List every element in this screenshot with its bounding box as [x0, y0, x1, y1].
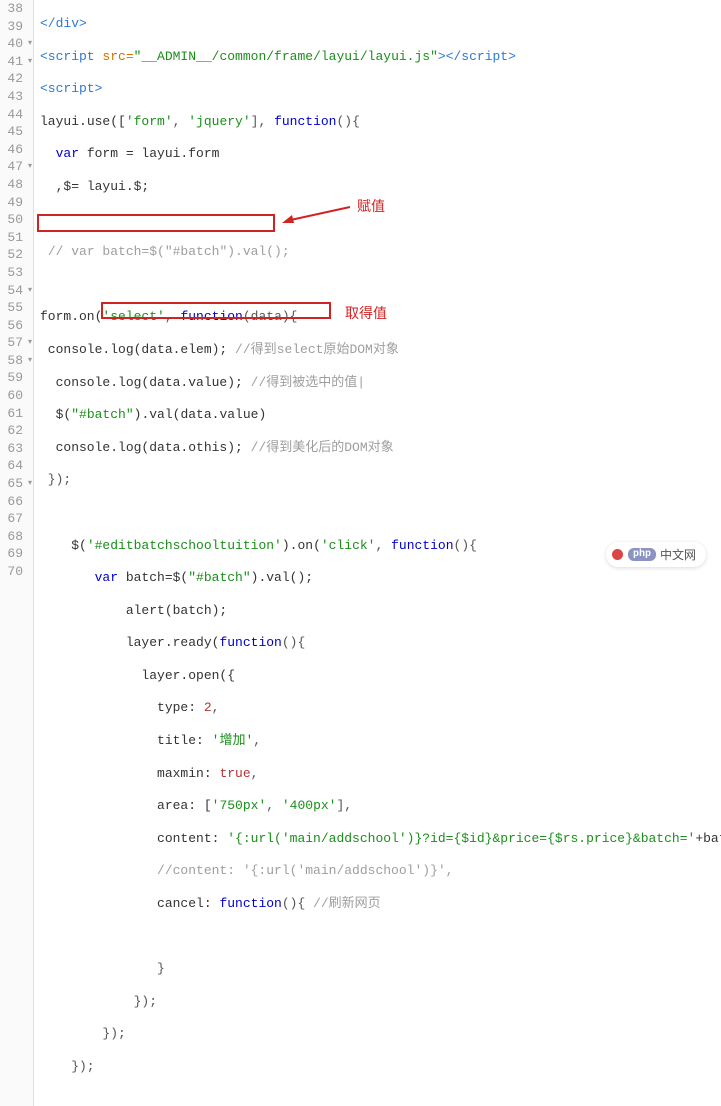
- watermark-brand: php 中文网: [606, 542, 706, 567]
- line-number: 68: [0, 528, 23, 546]
- code-line[interactable]: layui.use(['form', 'jquery'], function()…: [40, 113, 721, 131]
- code-line[interactable]: var form = layui.form: [40, 145, 721, 163]
- brand-dot-icon: [612, 549, 623, 560]
- code-line[interactable]: cancel: function(){ //刷新网页: [40, 895, 721, 913]
- line-number: 42: [0, 70, 23, 88]
- line-number: 62: [0, 422, 23, 440]
- line-number: 40: [0, 35, 23, 53]
- code-line[interactable]: <script src="__ADMIN__/common/frame/layu…: [40, 48, 721, 66]
- code-line[interactable]: });: [40, 1058, 721, 1076]
- code-line[interactable]: content: '{:url('main/addschool')}?id={$…: [40, 830, 721, 848]
- code-line[interactable]: area: ['750px', '400px'],: [40, 797, 721, 815]
- code-line[interactable]: $("#batch").val(data.value): [40, 406, 721, 424]
- code-line[interactable]: layer.ready(function(){: [40, 634, 721, 652]
- code-line[interactable]: [40, 211, 721, 229]
- line-number: 58: [0, 352, 23, 370]
- line-number: 38: [0, 0, 23, 18]
- code-line[interactable]: type: 2,: [40, 699, 721, 717]
- code-line[interactable]: form.on('select', function(data){: [40, 308, 721, 326]
- code-line[interactable]: //content: '{:url('main/addschool')}',: [40, 862, 721, 880]
- line-number: 64: [0, 457, 23, 475]
- gutter: 38 39 40 41 42 43 44 45 46 47 48 49 50 5…: [0, 0, 34, 1106]
- line-number: 69: [0, 545, 23, 563]
- code-line[interactable]: });: [40, 471, 721, 489]
- line-number: 70: [0, 563, 23, 581]
- code-line[interactable]: title: '增加',: [40, 732, 721, 750]
- line-number: 47: [0, 158, 23, 176]
- code-line[interactable]: [40, 928, 721, 946]
- code-line[interactable]: var batch=$("#batch").val();: [40, 569, 721, 587]
- line-number: 53: [0, 264, 23, 282]
- line-number: 52: [0, 246, 23, 264]
- line-number: 43: [0, 88, 23, 106]
- code-line[interactable]: alert(batch);: [40, 602, 721, 620]
- line-number: 45: [0, 123, 23, 141]
- code-line[interactable]: ,$= layui.$;: [40, 178, 721, 196]
- code-line[interactable]: }: [40, 960, 721, 978]
- line-number: 56: [0, 317, 23, 335]
- code-line[interactable]: <script>: [40, 80, 721, 98]
- line-number: 59: [0, 369, 23, 387]
- line-number: 54: [0, 282, 23, 300]
- code-line[interactable]: });: [40, 993, 721, 1011]
- line-number: 51: [0, 229, 23, 247]
- line-number: 61: [0, 405, 23, 423]
- code-line[interactable]: [40, 276, 721, 294]
- line-number: 48: [0, 176, 23, 194]
- line-number: 50: [0, 211, 23, 229]
- code-line[interactable]: console.log(data.elem); //得到select原始DOM对…: [40, 341, 721, 359]
- code-line[interactable]: console.log(data.othis); //得到美化后的DOM对象: [40, 439, 721, 457]
- line-number: 63: [0, 440, 23, 458]
- code-line[interactable]: layer.open({: [40, 667, 721, 685]
- brand-php-badge: php: [628, 548, 656, 561]
- line-number: 49: [0, 194, 23, 212]
- code-line[interactable]: console.log(data.value); //得到被选中的值|: [40, 374, 721, 392]
- line-number: 60: [0, 387, 23, 405]
- code-line[interactable]: [40, 504, 721, 522]
- line-number: 67: [0, 510, 23, 528]
- line-number: 57: [0, 334, 23, 352]
- code-line[interactable]: // var batch=$("#batch").val();: [40, 243, 721, 261]
- line-number: 44: [0, 106, 23, 124]
- code-line[interactable]: });: [40, 1025, 721, 1043]
- line-number: 46: [0, 141, 23, 159]
- line-number: 41: [0, 53, 23, 71]
- line-number: 66: [0, 493, 23, 511]
- code-line[interactable]: </div>: [40, 15, 721, 33]
- code-line[interactable]: maxmin: true,: [40, 765, 721, 783]
- brand-text: 中文网: [660, 546, 696, 563]
- line-number: 39: [0, 18, 23, 36]
- line-number: 65: [0, 475, 23, 493]
- line-number: 55: [0, 299, 23, 317]
